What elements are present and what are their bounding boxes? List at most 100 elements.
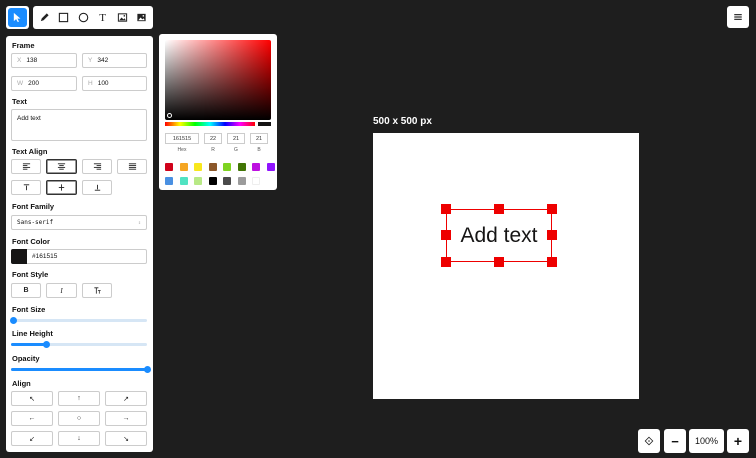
- align-top-center-button[interactable]: ↑: [58, 391, 100, 406]
- artboard[interactable]: [373, 133, 639, 399]
- valign-bottom-icon: [94, 184, 100, 191]
- ellipse-tool[interactable]: [74, 8, 93, 27]
- circle-icon: [78, 12, 89, 23]
- pen-tool[interactable]: [35, 8, 54, 27]
- color-swatch[interactable]: [237, 177, 246, 185]
- valign-top-button[interactable]: [11, 180, 41, 195]
- align-justify-icon: [128, 163, 136, 170]
- x-field[interactable]: X 138: [11, 53, 77, 68]
- align-middle-right-button[interactable]: →: [105, 411, 147, 426]
- color-swatch[interactable]: [223, 163, 231, 171]
- align-bottom-left-button[interactable]: ↙: [11, 431, 53, 446]
- saturation-value-area[interactable]: [165, 40, 271, 120]
- zoom-level[interactable]: 100%: [689, 429, 724, 453]
- opacity-slider-knob[interactable]: [143, 366, 151, 373]
- properties-panel: Frame X 138 Y 342 W 200 H 100 Text Add text …: [6, 36, 153, 452]
- font-size-slider-knob[interactable]: [10, 317, 18, 324]
- color-swatch[interactable]: [266, 163, 275, 171]
- align-left-button[interactable]: [11, 159, 41, 174]
- zoom-in-button[interactable]: +: [727, 429, 749, 453]
- color-swatch[interactable]: [208, 177, 217, 185]
- canvas-size-label: 500 x 500 px: [373, 116, 432, 127]
- color-swatch[interactable]: [208, 163, 217, 171]
- pen-icon: [40, 13, 49, 22]
- r-input[interactable]: 22: [204, 133, 222, 144]
- target-icon: [644, 436, 654, 446]
- opacity-title: Opacity: [12, 354, 40, 363]
- y-field[interactable]: Y 342: [82, 53, 147, 68]
- frame-title: Frame: [12, 41, 35, 50]
- align-top-left-button[interactable]: ↖: [11, 391, 53, 406]
- italic-button[interactable]: I: [46, 283, 77, 298]
- resize-handle-bottom[interactable]: [494, 257, 504, 267]
- select-arrows-icon: ⇕: [137, 219, 141, 226]
- text-tool[interactable]: T: [93, 8, 112, 27]
- text-case-button[interactable]: [82, 283, 112, 298]
- color-swatch[interactable]: [237, 163, 246, 171]
- resize-handle-bottom-right[interactable]: [547, 257, 557, 267]
- select-tool[interactable]: [8, 8, 27, 27]
- line-height-title: Line Height: [12, 329, 53, 338]
- font-family-select[interactable]: Sans-serif ⇕: [11, 215, 147, 230]
- width-field[interactable]: W 200: [11, 76, 77, 91]
- fit-to-screen-button[interactable]: [638, 429, 660, 453]
- height-field[interactable]: H 100: [82, 76, 147, 91]
- b-input[interactable]: 21: [250, 133, 268, 144]
- color-swatch[interactable]: [179, 177, 188, 185]
- hex-input[interactable]: 161515: [165, 133, 199, 144]
- rectangle-tool[interactable]: [54, 8, 73, 27]
- valign-middle-button[interactable]: [46, 180, 77, 195]
- resize-handle-top-left[interactable]: [441, 204, 451, 214]
- color-picker-handle[interactable]: [167, 113, 172, 118]
- image-icon: [117, 13, 127, 22]
- color-swatch[interactable]: [194, 177, 202, 185]
- align-left-icon: [22, 163, 30, 170]
- opacity-slider-fill: [11, 368, 147, 371]
- bold-button[interactable]: B: [11, 283, 41, 298]
- align-middle-left-button[interactable]: ←: [11, 411, 53, 426]
- text-title: Text: [12, 97, 27, 106]
- align-top-right-button[interactable]: ↗: [105, 391, 147, 406]
- resize-handle-left[interactable]: [441, 230, 451, 240]
- line-height-slider-knob[interactable]: [42, 341, 50, 348]
- color-picker: 161515 22 21 21 Hex R G B: [159, 34, 277, 190]
- color-swatch[interactable]: [252, 177, 260, 185]
- resize-handle-top[interactable]: [494, 204, 504, 214]
- align-bottom-right-button[interactable]: ↘: [105, 431, 147, 446]
- align-right-button[interactable]: [82, 159, 112, 174]
- selection-box[interactable]: [446, 209, 552, 262]
- resize-handle-right[interactable]: [547, 230, 557, 240]
- align-justify-button[interactable]: [117, 159, 147, 174]
- menu-button[interactable]: [727, 6, 749, 28]
- color-swatch[interactable]: [179, 163, 188, 171]
- color-swatch[interactable]: [165, 177, 173, 185]
- color-swatch[interactable]: [165, 163, 173, 171]
- image-tool[interactable]: [113, 8, 132, 27]
- resize-handle-bottom-left[interactable]: [441, 257, 451, 267]
- font-color-field[interactable]: #161515: [11, 248, 147, 264]
- cursor-icon: [13, 12, 21, 23]
- align-center-icon: [57, 163, 66, 170]
- opacity-slider[interactable]: [11, 366, 151, 373]
- line-height-slider[interactable]: [11, 341, 147, 348]
- align-bottom-center-button[interactable]: ↓: [58, 431, 100, 446]
- current-color-preview: [258, 122, 271, 126]
- resize-handle-top-right[interactable]: [547, 204, 557, 214]
- color-swatch[interactable]: [252, 163, 260, 171]
- text-case-icon: [93, 287, 101, 294]
- g-input[interactable]: 21: [227, 133, 245, 144]
- font-size-slider[interactable]: [10, 317, 147, 324]
- valign-bottom-button[interactable]: [82, 180, 112, 195]
- text-input[interactable]: Add text: [11, 109, 147, 141]
- color-swatch[interactable]: [223, 177, 231, 185]
- tools-toolbar: T: [33, 6, 153, 29]
- align-center-button[interactable]: [46, 159, 77, 174]
- color-swatch[interactable]: [194, 163, 202, 171]
- hue-slider[interactable]: [165, 122, 255, 126]
- align-middle-center-button[interactable]: ○: [58, 411, 100, 426]
- font-color-swatch[interactable]: [11, 248, 27, 264]
- zoom-out-button[interactable]: −: [664, 429, 686, 453]
- square-icon: [59, 12, 69, 23]
- image-upload-tool[interactable]: [132, 8, 151, 27]
- valign-middle-icon: [58, 184, 65, 191]
